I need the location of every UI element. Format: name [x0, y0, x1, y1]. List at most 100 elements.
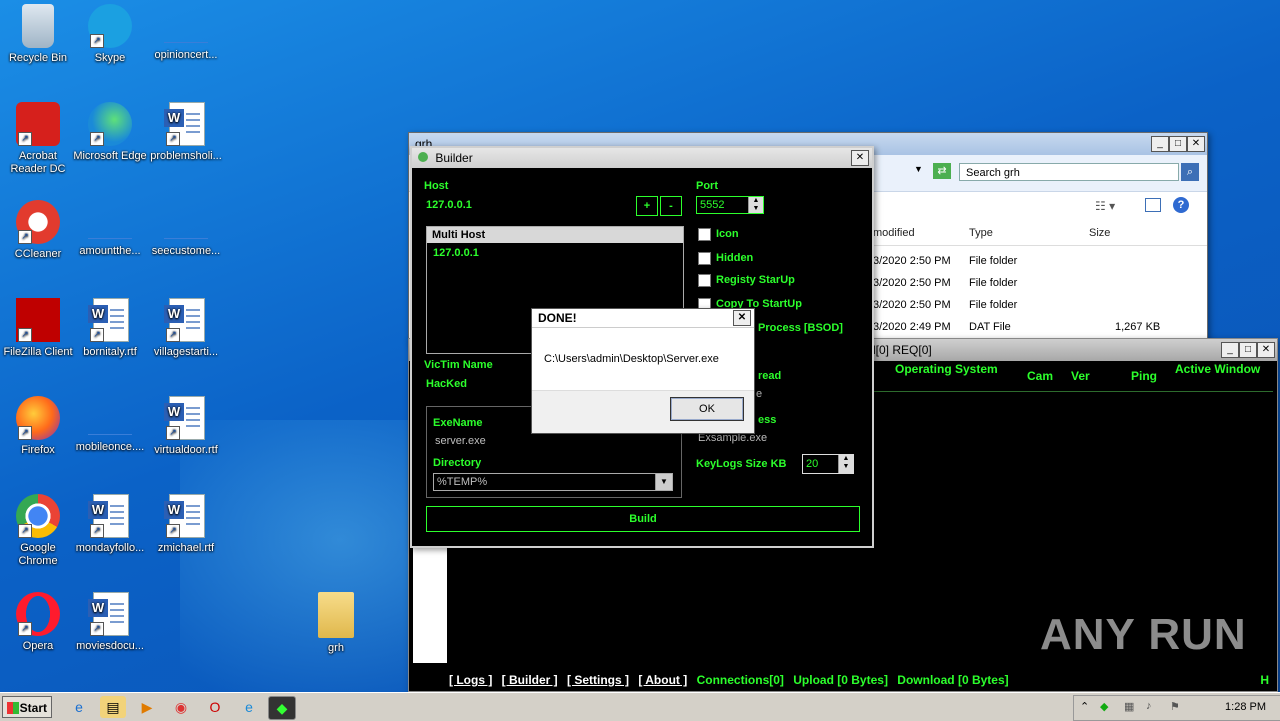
chrome-icon[interactable]: ◉ [168, 696, 194, 718]
edge-icon[interactable]: e [236, 696, 262, 718]
desktop-icon[interactable]: Recycle Bin [0, 4, 76, 65]
desktop-icon[interactable]: ↗ Microsoft Edge [72, 102, 148, 163]
shortcut-arrow-icon: ↗ [18, 132, 32, 146]
column-header-active-window[interactable]: Active Window [1175, 363, 1260, 376]
desktop-icon[interactable]: ↗ Google Chrome [0, 494, 76, 568]
desktop-icon[interactable]: ↗ Opera [0, 592, 76, 653]
desktop-icon[interactable]: opinioncert... [148, 4, 224, 62]
search-icon[interactable]: ⌕ [1181, 163, 1199, 181]
refresh-icon[interactable]: ⇄ [933, 163, 951, 179]
ok-button[interactable]: OK [670, 397, 744, 421]
view-options-icon[interactable]: ☷ ▾ [1095, 199, 1115, 213]
cell-modified: 3/2020 2:50 PM [873, 255, 951, 267]
close-button[interactable]: ✕ [851, 150, 869, 166]
desktop-icon[interactable]: ↗ Acrobat Reader DC [0, 102, 76, 176]
close-button[interactable]: ✕ [733, 310, 751, 326]
keylogs-spinner[interactable]: ▲ ▼ [838, 455, 853, 473]
desktop-icon[interactable]: ↗ CCleaner [0, 200, 76, 261]
table-row[interactable]: 3/2020 2:50 PM File folder [869, 273, 1207, 295]
victim-name-value[interactable]: HacKed [426, 378, 467, 390]
recycle-bin-icon [22, 4, 54, 48]
preview-pane-icon[interactable] [1145, 198, 1161, 212]
builder-titlebar[interactable]: Builder ✕ [412, 148, 872, 168]
desktop-icon[interactable]: ↗ FileZilla Client [0, 298, 76, 359]
opera-icon[interactable]: O [202, 696, 228, 718]
table-row[interactable]: 3/2020 2:49 PM DAT File 1,267 KB [869, 317, 1207, 339]
port-spinner[interactable]: ▲ ▼ [748, 197, 763, 213]
word-doc-icon: W ↗ [164, 396, 208, 440]
chevron-down-icon[interactable]: ▼ [914, 164, 923, 174]
column-header-modified[interactable]: modified [873, 227, 915, 239]
desktop-icon[interactable]: ↗ Firefox [0, 396, 76, 457]
dialog-message: C:\Users\admin\Desktop\Server.exe [544, 353, 719, 365]
builder-link[interactable]: [ Builder ] [502, 673, 558, 687]
clock[interactable]: 1:28 PM [1225, 701, 1266, 713]
directory-select[interactable]: %TEMP% ▼ [433, 473, 673, 491]
explorer-icon[interactable]: ▤ [100, 696, 126, 718]
dialog-titlebar[interactable]: DONE! ✕ [532, 309, 754, 328]
shortcut-arrow-icon: ↗ [166, 524, 180, 538]
column-header-type[interactable]: Type [969, 227, 993, 239]
close-button[interactable]: ✕ [1187, 136, 1205, 152]
volume-icon[interactable]: ♪ [1146, 700, 1152, 712]
port-input[interactable]: 5552 ▲ ▼ [696, 196, 764, 214]
help-icon[interactable]: ? [1173, 197, 1189, 213]
column-header-ping[interactable]: Ping [1131, 370, 1157, 383]
icon-checkbox[interactable] [698, 228, 711, 241]
cell-size: 1,267 KB [1115, 321, 1161, 333]
desktop-icon[interactable]: W ↗ mondayfollo... [72, 494, 148, 555]
multi-host-item[interactable]: 127.0.0.1 [433, 247, 479, 259]
settings-link[interactable]: [ Settings ] [567, 673, 629, 687]
start-button[interactable]: Start [2, 696, 52, 718]
remove-host-button[interactable]: - [660, 196, 682, 216]
system-tray: ⌃ ◆ ▦ ♪ ⚑ 1:28 PM [1073, 695, 1280, 721]
search-input[interactable]: Search grh [959, 163, 1179, 181]
minimize-button[interactable]: _ [1151, 136, 1169, 152]
logs-link[interactable]: [ Logs ] [449, 673, 492, 687]
chevron-up-icon[interactable]: ⌃ [1080, 700, 1089, 713]
rat-title: d[0] REQ[0] [869, 343, 932, 357]
media-player-icon[interactable]: ▶ [134, 696, 160, 718]
rat-taskbar-icon[interactable]: ◆ [268, 696, 296, 720]
column-header-size[interactable]: Size [1089, 227, 1110, 239]
column-header-cam[interactable]: Cam [1027, 370, 1053, 383]
desktop-icon[interactable]: W ↗ bornitaly.rtf [72, 298, 148, 359]
tray-app-icon[interactable]: ◆ [1100, 700, 1108, 713]
keylogs-size-input[interactable]: 20 ▲ ▼ [802, 454, 854, 474]
network-icon[interactable]: ▦ [1124, 700, 1134, 713]
desktop-icon[interactable]: ↗ Skype [72, 4, 148, 65]
desktop-icon[interactable]: amountthe... [72, 200, 148, 258]
column-header-ver[interactable]: Ver [1071, 370, 1090, 383]
desktop-icon[interactable]: grh [298, 592, 374, 655]
blank-file-icon [164, 22, 208, 43]
ie-icon[interactable]: e [66, 696, 92, 718]
hidden-checkbox[interactable] [698, 252, 711, 265]
desktop-icon[interactable]: W ↗ moviesdocu... [72, 592, 148, 653]
host-value[interactable]: 127.0.0.1 [426, 199, 472, 211]
desktop-icon[interactable]: seecustome... [148, 200, 224, 258]
add-host-button[interactable]: + [636, 196, 658, 216]
chevron-down-icon[interactable]: ▼ [655, 474, 672, 490]
desktop-icon[interactable]: mobileonce.... [72, 396, 148, 454]
desktop-icon[interactable]: W ↗ problemsholi... [148, 102, 224, 163]
column-header-os[interactable]: Operating System [895, 363, 998, 376]
icon-option-label: Icon [716, 228, 739, 240]
desktop-icon[interactable]: W ↗ virtualdoor.rtf [148, 396, 224, 457]
registry-startup-checkbox[interactable] [698, 274, 711, 287]
opera-icon: ↗ [16, 592, 60, 636]
windows-logo-icon [7, 702, 19, 714]
maximize-button[interactable]: □ [1239, 342, 1257, 358]
desktop-icon-label: villagestarti... [153, 346, 219, 358]
desktop-icon[interactable]: W ↗ zmichael.rtf [148, 494, 224, 555]
desktop-icon[interactable]: W ↗ villagestarti... [148, 298, 224, 359]
maximize-button[interactable]: □ [1169, 136, 1187, 152]
close-button[interactable]: ✕ [1257, 342, 1275, 358]
exe-name-value[interactable]: server.exe [435, 435, 486, 447]
cell-type: File folder [969, 255, 1018, 267]
flag-icon[interactable]: ⚑ [1170, 700, 1180, 713]
about-link[interactable]: [ About ] [638, 673, 687, 687]
table-row[interactable]: 3/2020 2:50 PM File folder [869, 295, 1207, 317]
minimize-button[interactable]: _ [1221, 342, 1239, 358]
build-button[interactable]: Build [426, 506, 860, 532]
table-row[interactable]: 3/2020 2:50 PM File folder [869, 251, 1207, 273]
